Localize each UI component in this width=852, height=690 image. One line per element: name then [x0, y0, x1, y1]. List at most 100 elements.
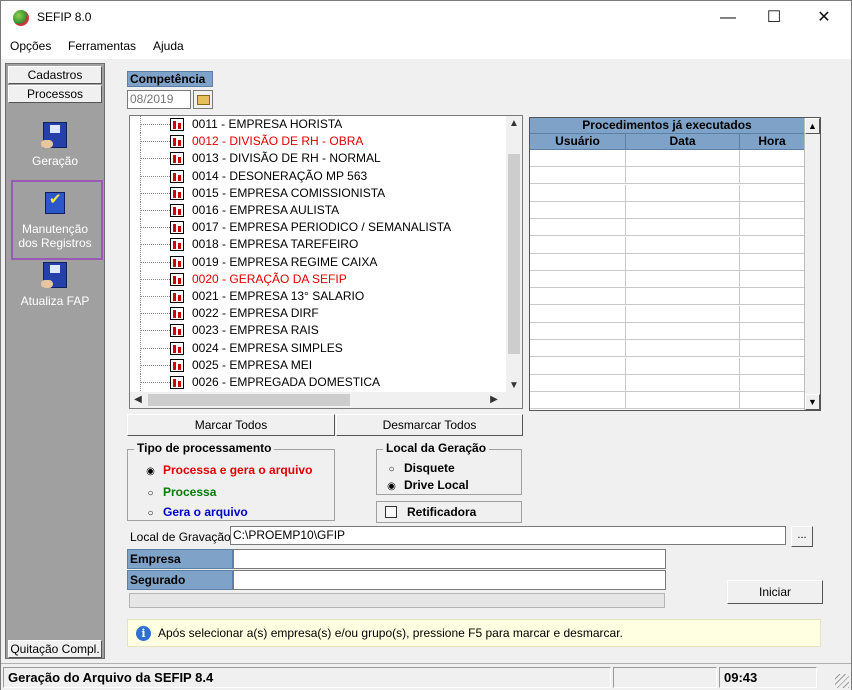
scroll-up-icon[interactable]: ▲	[506, 116, 522, 132]
marcar-todos-button[interactable]: Marcar Todos	[127, 414, 335, 436]
tree-item[interactable]: 0020 - GERAÇÃO DA SEFIP	[130, 270, 506, 288]
table-cell	[740, 271, 804, 288]
folder-icon	[197, 95, 210, 105]
menu-opcoes[interactable]: Opções	[10, 39, 51, 53]
radio-gera[interactable]: ○ Gera o arquivo	[146, 505, 247, 519]
retificadora-checkbox[interactable]	[385, 506, 397, 518]
sidebar-item-label: Manutenção dos Registros	[18, 222, 92, 250]
table-cell	[626, 219, 740, 237]
tree-horizontal-scrollbar[interactable]: ◀ ▶	[130, 392, 522, 408]
column-header-data[interactable]: Data	[626, 134, 740, 150]
tab-cadastros[interactable]: Cadastros	[8, 66, 102, 84]
tree-item-label: 0015 - EMPRESA COMISSIONISTA	[192, 185, 386, 200]
tree-item[interactable]: 0015 - EMPRESA COMISSIONISTA	[130, 184, 506, 202]
table-row[interactable]	[530, 201, 804, 219]
open-folder-button[interactable]	[193, 90, 213, 109]
table-row[interactable]	[530, 392, 804, 410]
competencia-input[interactable]: 08/2019	[127, 90, 191, 109]
company-icon	[170, 221, 184, 235]
radio-processa[interactable]: ○ Processa	[146, 485, 216, 499]
info-bar: i Após selecionar a(s) empresa(s) e/ou g…	[127, 619, 821, 647]
tree-item[interactable]: 0012 - DIVISÃO DE RH - OBRA	[130, 133, 506, 151]
table-row[interactable]	[530, 184, 804, 202]
table-row[interactable]	[530, 357, 804, 375]
iniciar-button[interactable]: Iniciar	[727, 580, 823, 604]
tree-item-label: 0011 - EMPRESA HORISTA	[192, 117, 343, 131]
retificadora-label: Retificadora	[407, 505, 477, 519]
tree-vertical-scrollbar[interactable]: ▲ ▼	[506, 116, 522, 394]
sidebar-item-atualiza-fap[interactable]: Atualiza FAP	[6, 260, 104, 308]
radio-processa-gera[interactable]: ◉ Processa e gera o arquivo	[146, 463, 312, 477]
tree-item[interactable]: 0014 - DESONERAÇÃO MP 563	[130, 167, 506, 185]
tree-item[interactable]: 0022 - EMPRESA DIRF	[130, 305, 506, 323]
maximize-button[interactable]: ☐	[751, 1, 797, 35]
tree-item[interactable]: 0021 - EMPRESA 13° SALARIO	[130, 288, 506, 305]
tree-item[interactable]: 0016 - EMPRESA AULISTA	[130, 202, 506, 219]
tree-connector	[140, 330, 170, 332]
close-button[interactable]: ✕	[801, 1, 847, 35]
procedures-grid[interactable]: Procedimentos já executados Usuário Data…	[529, 117, 821, 411]
tree-item[interactable]: 0025 - EMPRESA MEI	[130, 356, 506, 374]
table-cell	[626, 340, 740, 358]
company-tree[interactable]: 0011 - EMPRESA HORISTA 0012 - DIVISÃO DE …	[129, 115, 523, 409]
gravacao-path-input[interactable]: C:\PROEMP10\GFIP	[230, 526, 786, 545]
grid-scrollbar[interactable]: ▲ ▼	[804, 118, 820, 410]
radio-empty-icon: ○	[147, 488, 154, 499]
tree-connector	[140, 278, 170, 280]
radio-disquete[interactable]: ○ Disquete	[387, 461, 455, 475]
table-row[interactable]	[530, 288, 804, 306]
company-icon	[170, 238, 184, 252]
radio-label: Processa	[163, 485, 217, 499]
tab-processos[interactable]: Processos	[8, 85, 102, 103]
table-row[interactable]	[530, 167, 804, 185]
table-cell	[740, 340, 804, 357]
table-row[interactable]	[530, 323, 804, 340]
resize-grip-icon[interactable]	[835, 674, 849, 688]
table-cell	[740, 219, 804, 236]
table-row[interactable]	[530, 219, 804, 237]
tree-item[interactable]: 0018 - EMPRESA TAREFEIRO	[130, 236, 506, 254]
table-row[interactable]	[530, 236, 804, 254]
procedures-title: Procedimentos já executados	[530, 118, 804, 134]
quitacao-button[interactable]: Quitação Compl.	[8, 640, 102, 658]
scroll-thumb[interactable]	[148, 394, 350, 406]
table-row[interactable]	[530, 253, 804, 271]
tree-connector	[140, 364, 170, 366]
scroll-right-icon[interactable]: ▶	[486, 392, 502, 408]
company-icon	[170, 255, 184, 269]
group-title: Local da Geração	[383, 441, 490, 455]
table-row[interactable]	[530, 271, 804, 289]
tree-item[interactable]: 0013 - DIVISÃO DE RH - NORMAL	[130, 150, 506, 168]
gravacao-label: Local de Gravação	[130, 530, 231, 544]
column-header-hora[interactable]: Hora	[740, 134, 804, 150]
tree-item[interactable]: 0023 - EMPRESA RAIS	[130, 322, 506, 340]
scroll-up-icon[interactable]: ▲	[805, 118, 820, 134]
minimize-button[interactable]: —	[705, 1, 751, 35]
table-cell	[530, 392, 626, 410]
tree-item[interactable]: 0019 - EMPRESA REGIME CAIXA	[130, 253, 506, 271]
tree-item[interactable]: 0011 - EMPRESA HORISTA	[130, 116, 506, 133]
table-cell	[530, 340, 626, 358]
table-row[interactable]	[530, 150, 804, 167]
desmarcar-todos-button[interactable]: Desmarcar Todos	[336, 414, 523, 436]
retificadora-group[interactable]: Retificadora	[376, 501, 522, 523]
scroll-thumb[interactable]	[508, 154, 520, 354]
scroll-down-icon[interactable]: ▼	[805, 394, 820, 410]
radio-label: Disquete	[404, 461, 455, 475]
radio-selected-icon: ◉	[387, 481, 396, 492]
menu-ferramentas[interactable]: Ferramentas	[68, 39, 136, 53]
tree-item[interactable]: 0024 - EMPRESA SIMPLES	[130, 339, 506, 357]
table-row[interactable]	[530, 305, 804, 323]
menu-ajuda[interactable]: Ajuda	[153, 39, 184, 53]
column-header-usuario[interactable]: Usuário	[530, 134, 626, 150]
sidebar-item-geracao[interactable]: Geração	[6, 120, 104, 168]
table-row[interactable]	[530, 340, 804, 358]
scroll-left-icon[interactable]: ◀	[130, 392, 146, 408]
tree-item[interactable]: 0026 - EMPREGADA DOMESTICA	[130, 374, 506, 391]
table-row[interactable]	[530, 374, 804, 392]
browse-button[interactable]: ...	[791, 526, 813, 547]
sidebar-item-manutencao[interactable]: Manutenção dos Registros	[6, 188, 104, 250]
tree-item-label: 0016 - EMPRESA AULISTA	[192, 203, 340, 217]
tree-item[interactable]: 0017 - EMPRESA PERIODICO / SEMANALISTA	[130, 219, 506, 237]
radio-drive-local[interactable]: ◉ Drive Local	[387, 478, 469, 492]
